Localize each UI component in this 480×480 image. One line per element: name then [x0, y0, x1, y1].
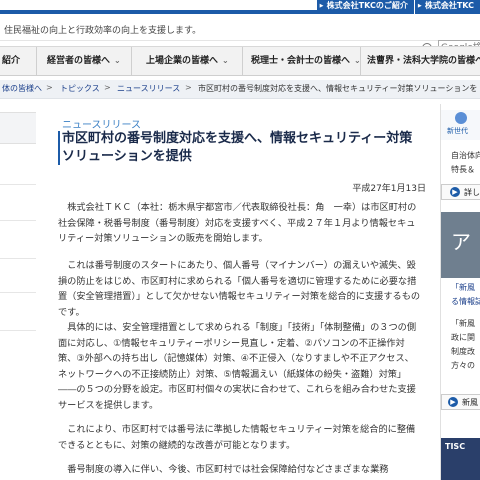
- nav-label: 法曹界・法科大学院の皆様へ: [367, 56, 480, 66]
- nav-item-executives[interactable]: 経営者の皆様へ ⌄: [36, 47, 131, 75]
- header-tagline-bar: 住民福祉の向上と行政効率の向上を支援します。: [0, 18, 480, 56]
- chevron-down-icon: ⌄: [222, 56, 229, 65]
- box2-sub[interactable]: る情報誌: [451, 296, 480, 307]
- detail-button-label: 詳し: [464, 188, 480, 197]
- nav-label: 上場企業の皆様へ: [146, 56, 219, 66]
- badge-label: 新世代: [447, 127, 468, 135]
- article-paragraph: 具体的には、安全管理措置として求められる「制度」「技術」「体制整備」の３つの側面…: [58, 322, 417, 411]
- global-nav: 紹介 経営者の皆様へ ⌄ 上場企業の皆様へ ⌄ 税理士・会計士の皆様へ ⌄ 法曹界・法…: [0, 46, 480, 76]
- nav-item-intro[interactable]: 紹介: [0, 47, 36, 75]
- article-paragraph: 番号制度の導入に伴い、今後、市区町村では社会保障給付などさまざまな業務: [67, 464, 389, 475]
- magazine-cover-image[interactable]: ア: [441, 212, 480, 278]
- article-date: 平成27年1月13日: [352, 184, 426, 194]
- nav-label: 紹介: [2, 56, 21, 66]
- nav-label: 経営者の皆様へ: [47, 56, 111, 66]
- box1-line: 特長＆: [451, 165, 475, 174]
- box3-line: 方々の: [451, 361, 475, 370]
- sidebar-block[interactable]: [0, 150, 36, 185]
- breadcrumb-item[interactable]: ニュースリリース: [117, 83, 180, 94]
- new-generation-badge[interactable]: 新世代: [441, 110, 480, 140]
- arrow-right-icon: ▶: [450, 187, 460, 197]
- magazine-title-glyph: ア: [451, 230, 471, 254]
- tisc-banner[interactable]: TISC: [441, 438, 480, 480]
- breadcrumb-item[interactable]: トピックス: [60, 83, 100, 94]
- sidebar-block[interactable]: [0, 112, 36, 144]
- box3-button-label: 新風: [462, 398, 478, 407]
- top-bar: 株式会社TKCのご紹介 株式会社TKC: [0, 0, 480, 14]
- sidebar-block[interactable]: [0, 262, 36, 293]
- title-accent-bar: [58, 131, 60, 165]
- top-link-about[interactable]: 株式会社TKCのご紹介: [316, 0, 414, 14]
- tisc-label: TISC: [445, 442, 466, 451]
- box1-line: 自治体向: [451, 151, 480, 160]
- tagline-text: 住民福祉の向上と行政効率の向上を支援します。: [4, 26, 202, 36]
- nav-label: 税理士・会計士の皆様へ: [251, 56, 351, 66]
- nav-item-legal[interactable]: 法曹界・法科大学院の皆様へ⌄: [360, 47, 480, 75]
- nav-item-listed[interactable]: 上場企業の皆様へ ⌄: [131, 47, 242, 75]
- left-sidebar: [0, 104, 36, 480]
- right-sidebar: 新世代 自治体向 特長＆ ▶ 詳し ア 「新風 る情報誌 「新風 政に関 制度改…: [440, 104, 480, 480]
- sidebar-block[interactable]: [0, 224, 36, 259]
- detail-button[interactable]: ▶ 詳し: [441, 184, 480, 200]
- chevron-down-icon: ⌄: [114, 56, 121, 65]
- breadcrumb-item[interactable]: 体の皆様へ: [2, 83, 42, 94]
- box3-line: 制度改: [451, 347, 475, 356]
- sidebar-block[interactable]: [0, 300, 36, 331]
- top-links: 株式会社TKCのご紹介 株式会社TKC: [316, 0, 480, 14]
- sidebar-block[interactable]: [0, 186, 36, 221]
- breadcrumb-separator-icon: >: [46, 83, 53, 92]
- article-paragraph: 株式会社ＴＫＣ（本社：栃木県宇都宮市／代表取締役社長：角 一幸）は市区町村の社会…: [58, 202, 417, 244]
- arrow-right-icon: ▶: [448, 397, 458, 407]
- box3-line: 「新風: [451, 319, 475, 328]
- box3-button[interactable]: ▶ 新風: [441, 394, 480, 410]
- breadcrumb: 体の皆様へ > トピックス > ニュースリリース > 市区町村の番号制度対応を支…: [0, 80, 480, 99]
- article-title: 市区町村の番号制度対応を支援へ、情報セキュリティー対策ソリューションを提供: [62, 131, 413, 164]
- breadcrumb-separator-icon: >: [185, 83, 192, 92]
- top-link-company[interactable]: 株式会社TKC: [413, 0, 480, 14]
- article-paragraph: これは番号制度のスタートにあたり、個人番号（マイナンバー）の漏えいや滅失、毀損の…: [58, 260, 421, 318]
- badge-icon: [455, 112, 467, 124]
- breadcrumb-current: 市区町村の番号制度対応を支援へ、情報セキュリティー対策ソリューションを: [198, 84, 478, 93]
- article-category: ニュースリリース: [62, 120, 141, 131]
- box3-line: 政に関: [451, 333, 475, 342]
- box2-title[interactable]: 「新風: [451, 282, 475, 293]
- breadcrumb-separator-icon: >: [104, 83, 111, 92]
- nav-item-tax-accountants[interactable]: 税理士・会計士の皆様へ ⌄: [242, 47, 361, 75]
- article-paragraph: これにより、市区町村では番号法に準拠した情報セキュリティー対策を総合的に整備でき…: [58, 424, 416, 451]
